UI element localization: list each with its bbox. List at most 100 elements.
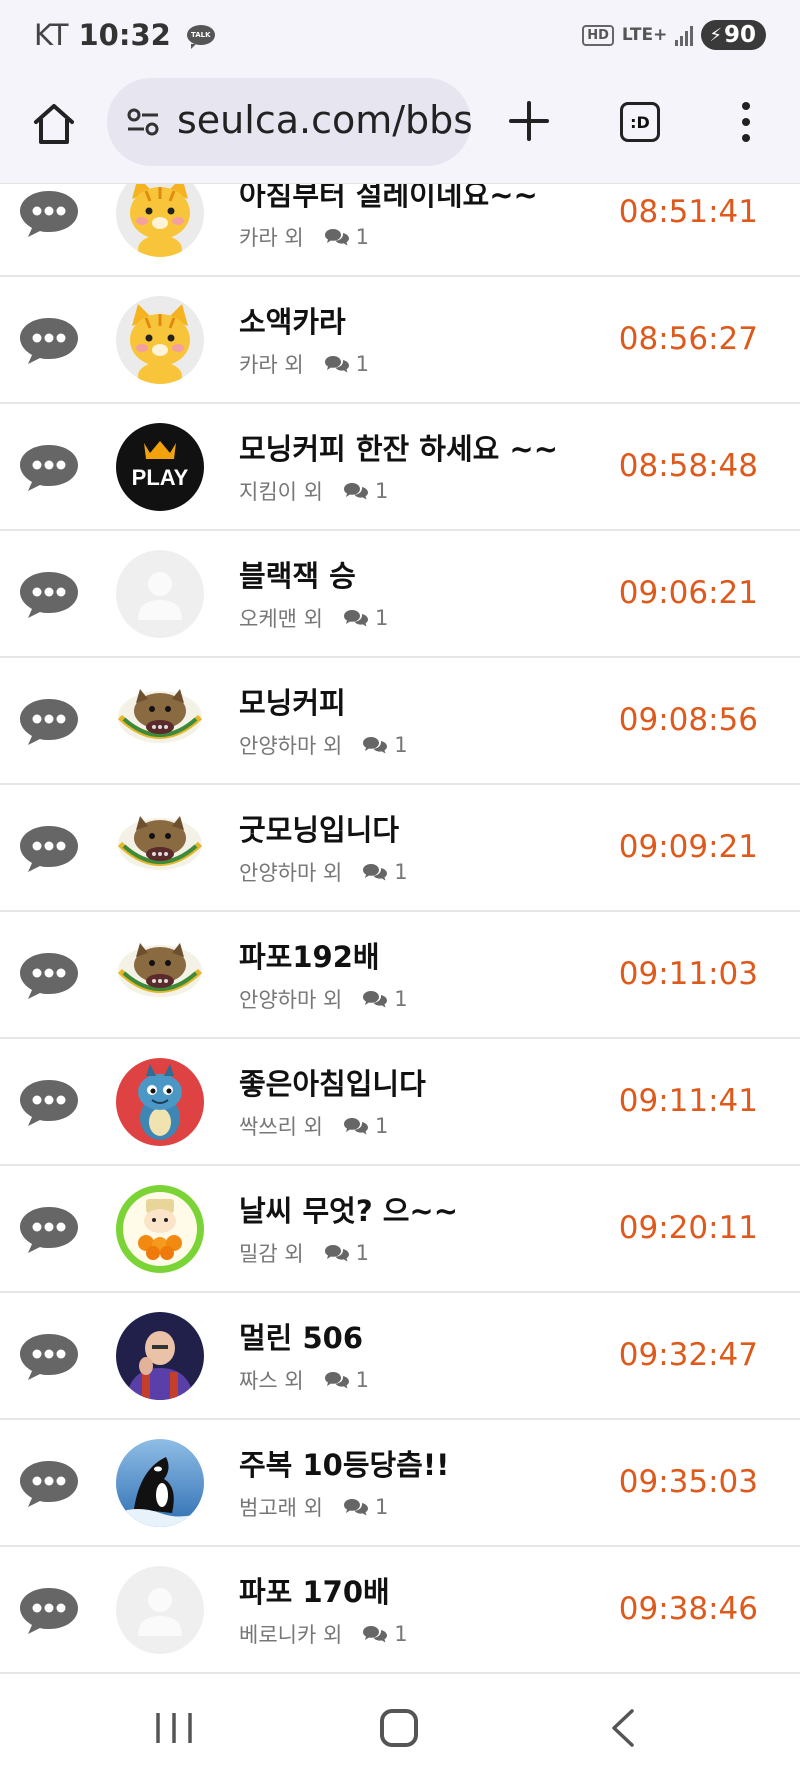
post-row[interactable]: 굿모닝입니다 안양하마 외 1 09:09:21 xyxy=(0,785,800,912)
comment-icon xyxy=(343,1499,368,1516)
post-meta: 싹쓰리 외 1 xyxy=(239,1111,388,1141)
author-avatar[interactable] xyxy=(116,677,204,765)
tab-switcher-label: :D xyxy=(630,112,650,132)
comment-icon xyxy=(363,1626,388,1643)
comment-icon xyxy=(343,1118,368,1135)
post-row[interactable]: 소액카라 카라 외 1 08:56:27 xyxy=(0,277,800,404)
post-time: 09:08:56 xyxy=(618,702,758,738)
chat-bubble-icon xyxy=(20,572,78,618)
post-row[interactable]: 주복 10등당츰!! 범고래 외 1 09:35:03 xyxy=(0,1420,800,1547)
post-time: 08:56:27 xyxy=(618,321,758,357)
post-time: 09:35:03 xyxy=(618,1464,758,1500)
system-navigation-bar xyxy=(0,1679,800,1778)
post-meta: 안양하마 외 1 xyxy=(239,984,408,1014)
new-tab-icon[interactable] xyxy=(508,100,550,142)
comment-icon xyxy=(324,356,349,373)
author-avatar[interactable] xyxy=(116,804,204,892)
post-row[interactable]: 좋은아침입니다싹쓰리 외 1 09:11:41 xyxy=(0,1039,800,1166)
post-row[interactable]: 블랙잭 승오케맨 외 1 09:06:21 xyxy=(0,531,800,658)
author-name: 오케맨 외 xyxy=(239,607,323,631)
post-title[interactable]: 아침부터 설레이네요~~ xyxy=(239,184,538,214)
comment-count: 1 xyxy=(374,479,389,503)
comment-icon xyxy=(324,229,349,246)
author-avatar[interactable] xyxy=(116,1566,204,1654)
post-title[interactable]: 굿모닝입니다 xyxy=(239,807,399,849)
comment-count: 1 xyxy=(355,1368,370,1392)
post-meta: 안양하마 외 1 xyxy=(239,730,408,760)
post-row[interactable]: PLAY 모닝커피 한잔 하세요 ~~ 지킴이 외 1 08:58:48 xyxy=(0,404,800,531)
recent-apps-icon[interactable] xyxy=(152,1711,196,1745)
post-row[interactable]: 파포192배 안양하마 외 1 09:11:03 xyxy=(0,912,800,1039)
author-name: 지킴이 외 xyxy=(239,480,323,504)
post-row[interactable]: 모닝커피안양하마 외 1 09:08:56 xyxy=(0,658,800,785)
more-menu-icon[interactable] xyxy=(738,102,754,142)
author-name: 카라 외 xyxy=(239,353,304,377)
post-title[interactable]: 좋은아침입니다 xyxy=(239,1061,426,1103)
comment-count: 1 xyxy=(394,987,408,1011)
author-avatar[interactable]: PLAY xyxy=(116,423,204,511)
comment-count: 1 xyxy=(355,225,370,249)
battery-level: 90 xyxy=(723,22,756,48)
post-row[interactable]: 멀린 506 짜스 외 1 09:32:47 xyxy=(0,1293,800,1420)
post-time: 08:51:41 xyxy=(618,194,758,230)
author-name: 카라 외 xyxy=(239,226,304,250)
chat-bubble-icon xyxy=(20,191,78,237)
chat-bubble-icon xyxy=(20,953,78,999)
post-title[interactable]: 소액카라 xyxy=(239,299,346,341)
post-title[interactable]: 파포192배 xyxy=(239,934,380,976)
author-avatar[interactable] xyxy=(116,296,204,384)
post-row[interactable]: 날씨 무엇? 으~~ 밀감 외 1 09:20:11 xyxy=(0,1166,800,1293)
home-icon[interactable] xyxy=(30,100,78,148)
chat-bubble-icon xyxy=(20,445,78,491)
nav-home-icon[interactable] xyxy=(380,1709,418,1747)
author-avatar[interactable] xyxy=(116,1058,204,1146)
post-list: 아침부터 설레이네요~~ 카라 외 1 08:51:41 소액카라 카라 외 1 08:56:… xyxy=(0,184,800,1679)
post-title[interactable]: 멀린 506 xyxy=(239,1315,363,1357)
author-avatar[interactable] xyxy=(116,1185,204,1273)
post-title[interactable]: 모닝커피 한잔 하세요 ~~ xyxy=(239,426,558,468)
tab-switcher-button[interactable]: :D xyxy=(620,102,660,142)
post-title[interactable]: 날씨 무엇? 으~~ xyxy=(239,1188,458,1230)
comment-icon xyxy=(363,864,388,881)
comment-icon xyxy=(324,1245,349,1262)
charging-icon: ⚡ xyxy=(709,24,722,46)
comment-count: 1 xyxy=(355,1241,370,1265)
site-settings-icon[interactable] xyxy=(125,104,161,140)
back-icon[interactable] xyxy=(608,1707,638,1749)
post-title[interactable]: 파포 170배 xyxy=(239,1569,390,1611)
post-title[interactable]: 블랙잭 승 xyxy=(239,553,356,595)
author-avatar[interactable] xyxy=(116,1439,204,1527)
post-meta: 범고래 외 1 xyxy=(239,1492,388,1522)
battery-indicator: ⚡ 90 xyxy=(701,20,766,50)
network-type-label: LTE+ xyxy=(621,24,668,45)
author-name: 안양하마 외 xyxy=(239,734,343,758)
chat-bubble-icon xyxy=(20,1207,78,1253)
author-avatar[interactable] xyxy=(116,931,204,1019)
status-bar: KT 10:32 TALK HD LTE+ ⚡ 90 xyxy=(0,0,800,70)
post-title[interactable]: 주복 10등당츰!! xyxy=(239,1442,449,1484)
url-text[interactable]: seulca.com/bbs xyxy=(177,98,471,142)
post-title[interactable]: 모닝커피 xyxy=(239,680,346,722)
post-row[interactable]: 파포 170배베로니카 외 1 09:38:46 xyxy=(0,1547,800,1674)
post-time: 09:20:11 xyxy=(618,1210,758,1246)
post-meta: 카라 외 1 xyxy=(239,222,369,252)
post-time: 09:38:46 xyxy=(618,1591,758,1627)
comment-count: 1 xyxy=(374,606,389,630)
comment-count: 1 xyxy=(394,860,408,884)
comment-count: 1 xyxy=(374,1495,389,1519)
kakaotalk-notification-icon: TALK xyxy=(186,25,215,49)
author-name: 베로니카 외 xyxy=(239,1623,343,1647)
post-time: 09:11:41 xyxy=(618,1083,758,1119)
author-name: 안양하마 외 xyxy=(239,861,343,885)
comment-icon xyxy=(343,483,368,500)
post-row[interactable]: 아침부터 설레이네요~~ 카라 외 1 08:51:41 xyxy=(0,184,800,277)
address-bar[interactable]: seulca.com/bbs xyxy=(107,78,471,166)
post-time: 09:06:21 xyxy=(618,575,758,611)
post-meta: 베로니카 외 1 xyxy=(239,1619,408,1649)
comment-icon xyxy=(343,610,368,627)
author-avatar[interactable] xyxy=(116,1312,204,1400)
author-avatar[interactable] xyxy=(116,184,204,257)
author-avatar[interactable] xyxy=(116,550,204,638)
chat-bubble-icon xyxy=(20,1461,78,1507)
comment-count: 1 xyxy=(374,1114,389,1138)
